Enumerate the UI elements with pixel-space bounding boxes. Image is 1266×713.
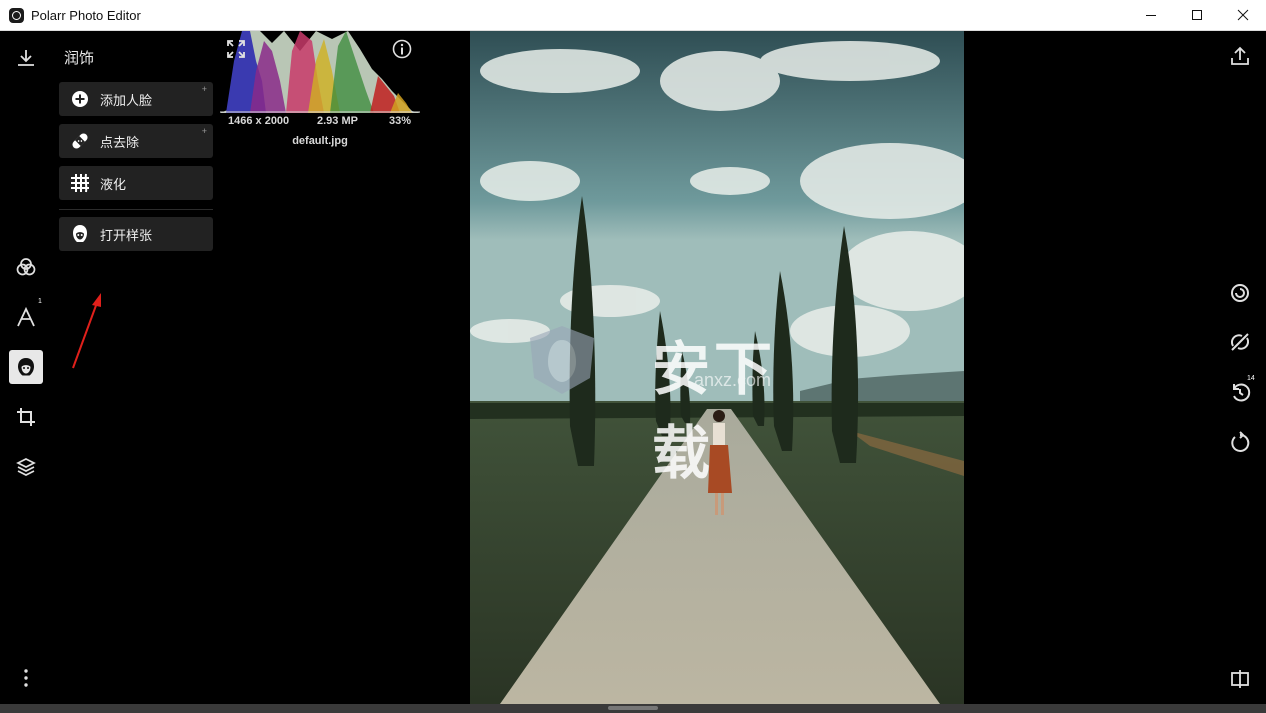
open-sample-button[interactable]: 打开样张: [59, 217, 213, 251]
download-icon: [18, 50, 34, 66]
undo-history-button[interactable]: 14: [1225, 375, 1255, 407]
rail-retouch-button[interactable]: [9, 350, 43, 384]
info-icon[interactable]: [392, 39, 412, 59]
add-face-label: 添加人脸: [100, 92, 153, 108]
rail-text-button[interactable]: 1: [9, 298, 43, 334]
maximize-icon: [1192, 10, 1202, 20]
panel-title: 润饰: [64, 50, 95, 67]
export-button[interactable]: [1225, 41, 1255, 71]
watermark-text: 安下载: [652, 335, 777, 487]
image-dimensions: 1466 x 2000: [228, 115, 290, 127]
bottom-bar: [0, 704, 1266, 713]
disable-edits-button[interactable]: [1225, 327, 1255, 357]
histogram-graph: [220, 31, 420, 113]
slash-disable-icon: [1230, 333, 1250, 351]
layers-icon: [16, 458, 36, 476]
more-vertical-icon: [24, 669, 28, 687]
compare-spiral-icon: [1231, 284, 1249, 302]
spot-removal-label: 点去除: [100, 134, 140, 150]
spot-removal-button[interactable]: 点去除 +: [59, 124, 213, 158]
text-badge: 1: [38, 298, 42, 305]
watermark-shield-icon: [530, 326, 594, 394]
rail-crop-button[interactable]: [9, 400, 43, 434]
undo-count-badge: 14: [1247, 375, 1255, 382]
minimize-icon: [1146, 15, 1156, 16]
open-sample-label: 打开样张: [100, 227, 153, 243]
close-icon: [1237, 9, 1249, 21]
image-filename: default.jpg: [292, 135, 348, 147]
download-button[interactable]: [9, 41, 43, 75]
face-mask-icon: [70, 224, 90, 244]
more-options-button[interactable]: [9, 661, 43, 695]
maximize-button[interactable]: [1174, 0, 1220, 30]
plus-mark: +: [201, 84, 207, 94]
histogram-panel: 1466 x 2000 2.93 MP 33% default.jpg: [220, 31, 420, 151]
split-view-button[interactable]: [1225, 664, 1255, 694]
app-logo-icon: [9, 8, 24, 23]
image-megapixels: 2.93 MP: [317, 115, 358, 127]
undo-history-icon: [1233, 383, 1251, 402]
expand-icon[interactable]: [226, 39, 246, 59]
left-tool-rail: 1: [0, 31, 52, 705]
panel-divider: [59, 209, 213, 210]
text-icon: [17, 306, 35, 327]
window-title: Polarr Photo Editor: [31, 8, 141, 23]
reset-icon: [1231, 431, 1250, 452]
liquify-grid-icon: [70, 173, 90, 193]
retouch-panel: 润饰 添加人脸 + 点去除 + 液化 打开样张: [52, 31, 220, 705]
reset-button[interactable]: [1225, 427, 1255, 457]
bandage-icon: [70, 131, 90, 151]
annotation-arrow: [72, 293, 101, 369]
title-bar: Polarr Photo Editor: [0, 0, 1266, 31]
face-icon: [18, 358, 34, 376]
rail-filters-button[interactable]: [9, 250, 43, 284]
zoom-level: 33%: [389, 115, 412, 127]
minimize-button[interactable]: [1128, 0, 1174, 30]
drag-handle[interactable]: [608, 706, 658, 710]
watermark: 安下载 anxz.com: [524, 322, 804, 487]
liquify-button[interactable]: 液化: [59, 166, 213, 200]
add-face-icon: [70, 89, 90, 109]
rail-layers-button[interactable]: [9, 450, 43, 484]
compare-button[interactable]: [1225, 278, 1255, 308]
crop-icon: [17, 408, 35, 426]
watermark-subtext: anxz.com: [694, 370, 772, 390]
close-button[interactable]: [1220, 0, 1266, 30]
add-face-button[interactable]: 添加人脸 +: [59, 82, 213, 116]
plus-mark: +: [201, 126, 207, 136]
filters-icon: [16, 258, 36, 276]
export-icon: [1231, 46, 1249, 65]
split-view-icon: [1231, 670, 1249, 688]
liquify-label: 液化: [100, 176, 127, 192]
